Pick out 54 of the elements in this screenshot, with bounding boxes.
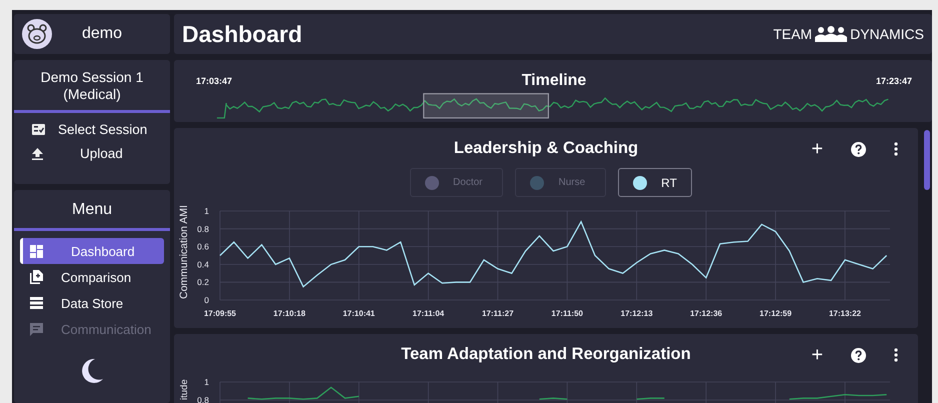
session-action[interactable]: Select Session (32, 120, 170, 139)
x-tick-label: 17:12:59 (760, 309, 792, 318)
upload-icon (32, 148, 43, 160)
x-tick-label: 17:10:41 (342, 309, 375, 318)
x-tick-label: 17:09:55 (204, 309, 236, 318)
panel-title: Team Adaptation and Reorganization (401, 344, 691, 364)
x-tick-label: 17:11:27 (482, 309, 514, 318)
moon-icon[interactable] (81, 359, 103, 383)
people-icon (815, 26, 848, 42)
help-icon[interactable] (851, 348, 866, 362)
menu-title: Menu (70, 200, 114, 220)
list-icon (30, 297, 43, 309)
y-axis-label: Communication AMI (178, 205, 190, 299)
menu-item[interactable]: Data Store (20, 290, 164, 316)
y-tick-label: 0.8 (197, 395, 209, 403)
session-name: Demo Session 1 (Medical) (40, 68, 144, 104)
add-button[interactable]: + (811, 141, 823, 157)
more-icon[interactable] (894, 348, 898, 362)
page-title: Dashboard (182, 20, 302, 48)
add-button[interactable]: + (811, 347, 823, 363)
x-tick-label: 17:12:13 (620, 309, 653, 318)
user-name: demo (82, 25, 122, 43)
checklist-icon (32, 124, 45, 135)
menu-item[interactable]: Comparison (20, 264, 164, 290)
timeline-start: 17:03:47 (196, 76, 232, 86)
documents-icon (30, 270, 43, 284)
help-icon[interactable] (851, 142, 866, 156)
x-tick-label: 17:11:50 (551, 309, 583, 318)
y-tick-label: 1 (204, 206, 209, 216)
y-tick-label: 0.4 (197, 259, 209, 270)
x-tick-label: 17:13:22 (828, 309, 861, 318)
more-icon[interactable] (894, 142, 898, 156)
timeline-end: 17:23:47 (876, 76, 912, 86)
menu-item[interactable]: Dashboard (20, 238, 164, 264)
x-tick-label: 17:11:04 (412, 309, 444, 318)
panel-title: Leadership & Coaching (454, 138, 638, 158)
y-axis-label: itude (179, 379, 190, 400)
scrollbar-thumb[interactable] (924, 130, 930, 190)
chat-icon (30, 322, 43, 336)
legend-toggle[interactable]: RT (618, 168, 692, 197)
dashboard-icon (30, 244, 43, 258)
brand-text: TEAM (773, 26, 812, 42)
y-tick-label: 0.6 (197, 242, 209, 252)
brand-text: DYNAMICS (850, 26, 924, 42)
y-tick-label: 0.2 (197, 277, 209, 288)
x-tick-label: 17:12:36 (690, 309, 722, 318)
x-tick-label: 17:10:18 (273, 309, 306, 318)
bear-avatar-icon[interactable] (22, 19, 52, 49)
y-tick-label: 1 (204, 377, 209, 387)
y-tick-label: 0.8 (197, 224, 209, 234)
range-selector[interactable] (423, 94, 549, 119)
timeline-title: Timeline (522, 72, 586, 90)
session-action[interactable]: Upload (32, 144, 170, 163)
y-tick-label: 0 (204, 295, 209, 305)
